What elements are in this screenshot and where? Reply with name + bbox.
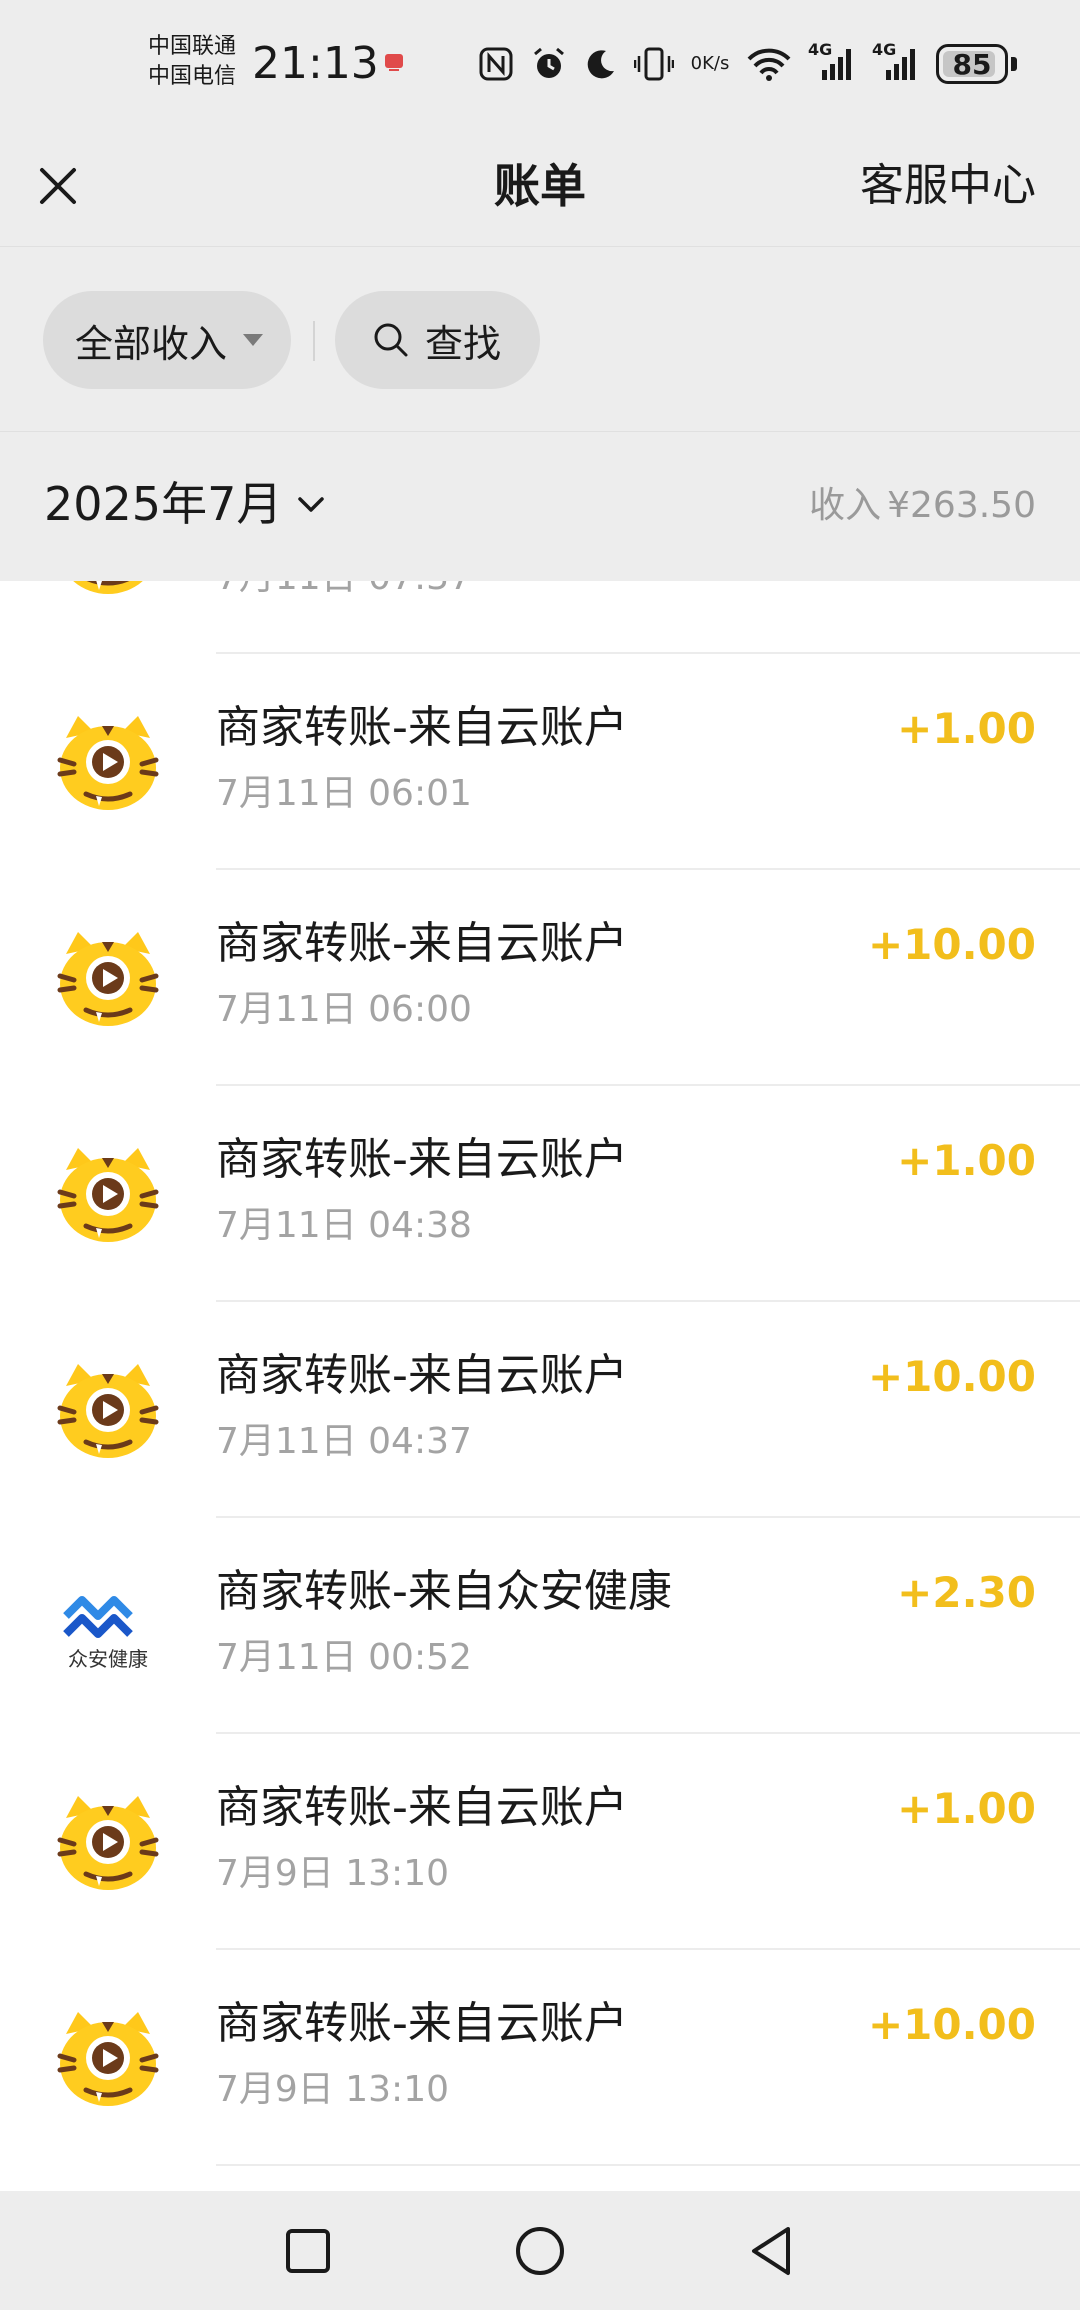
month-header: 2025年7月 收入 ¥263.50 bbox=[0, 432, 1080, 581]
carrier-1: 中国联通 bbox=[148, 34, 237, 59]
circle-icon bbox=[516, 2227, 564, 2275]
signal-2-icon: 4G bbox=[872, 40, 920, 82]
transaction-amount: +1.00 bbox=[897, 1784, 1036, 1833]
row-divider bbox=[216, 2164, 1080, 2166]
network-type-1: 4G bbox=[808, 40, 833, 59]
zhongan-logo: 众安健康 bbox=[52, 1572, 164, 1684]
transaction-time: 7月11日 07:37 bbox=[216, 581, 472, 602]
net-speed-unit: K/s bbox=[702, 53, 730, 74]
transaction-amount: +1.00 bbox=[897, 704, 1036, 753]
battery-level: 85 bbox=[952, 47, 992, 81]
wifi-icon bbox=[746, 46, 792, 82]
transaction-time: 7月9日 13:10 bbox=[216, 2069, 449, 2110]
income-value: ¥263.50 bbox=[887, 485, 1036, 526]
transaction-amount: +2.30 bbox=[897, 1568, 1036, 1617]
net-speed: 0 K/s bbox=[690, 54, 730, 74]
home-button[interactable] bbox=[506, 2217, 574, 2285]
status-time: 21:13 bbox=[252, 38, 379, 89]
customer-service-link[interactable]: 客服中心 bbox=[860, 158, 1036, 214]
transaction-amount: +10.00 bbox=[867, 2000, 1036, 2049]
filter-divider bbox=[313, 321, 315, 361]
nfc-icon bbox=[478, 46, 514, 82]
carrier-names: 中国联通 中国电信 bbox=[148, 32, 236, 92]
list-item[interactable]: 商家转账-来自云账户 7月9日 13:10 +10.00 bbox=[0, 1950, 1080, 2166]
transaction-amount: +10.00 bbox=[867, 1352, 1036, 1401]
system-nav-bar bbox=[0, 2191, 1080, 2310]
transaction-time: 7月11日 04:37 bbox=[216, 1421, 472, 1462]
transaction-title: 商家转账-来自云账户 bbox=[216, 1134, 628, 1185]
recent-apps-button[interactable] bbox=[274, 2217, 342, 2285]
search-label: 查找 bbox=[425, 321, 502, 366]
do-not-disturb-moon-icon bbox=[584, 47, 618, 81]
search-icon bbox=[374, 323, 408, 357]
transaction-amount: +10.00 bbox=[867, 920, 1036, 969]
square-icon bbox=[286, 2229, 330, 2273]
bill-page: 中国联通 中国电信 21:13 0 K/s 4G 4G 85 账单 客服中心 全… bbox=[0, 0, 1080, 2310]
transaction-amount: +1.00 bbox=[897, 1136, 1036, 1185]
transaction-time: 7月11日 06:00 bbox=[216, 989, 472, 1030]
tiger-icon bbox=[52, 1356, 164, 1468]
tiger-icon bbox=[52, 1140, 164, 1252]
list-item[interactable]: 商家转账-来自云账户 7月11日 04:37 +10.00 bbox=[0, 1302, 1080, 1518]
tiger-icon bbox=[52, 708, 164, 820]
carrier-2: 中国电信 bbox=[148, 64, 237, 89]
tiger-icon bbox=[52, 581, 164, 604]
month-label: 2025年7月 bbox=[44, 477, 283, 531]
transaction-time: 7月11日 06:01 bbox=[216, 773, 472, 814]
list-item[interactable]: 众安健康 商家转账-来自众安健康 7月11日 00:52 +2.30 bbox=[0, 1518, 1080, 1734]
battery-icon: 85 bbox=[936, 44, 1008, 84]
transaction-time: 7月11日 04:38 bbox=[216, 1205, 472, 1246]
tiger-icon bbox=[52, 1788, 164, 1900]
filter-bar: 全部收入 查找 bbox=[0, 246, 1080, 432]
back-button[interactable] bbox=[738, 2217, 806, 2285]
top-nav-bar: 账单 客服中心 bbox=[0, 126, 1080, 246]
chevron-down-icon bbox=[298, 497, 325, 512]
month-selector[interactable]: 2025年7月 bbox=[44, 474, 328, 534]
zhongan-logo-text: 众安健康 bbox=[68, 1647, 148, 1671]
tiger-icon bbox=[52, 2004, 164, 2116]
app-notification-icon bbox=[385, 54, 403, 71]
transaction-title: 商家转账-来自云账户 bbox=[216, 1350, 628, 1401]
all-income-filter[interactable]: 全部收入 bbox=[43, 291, 291, 389]
status-icons: 0 K/s 4G 4G 85 bbox=[478, 40, 1033, 88]
signal-1-icon: 4G bbox=[808, 40, 856, 82]
transaction-time: 7月11日 00:52 bbox=[216, 1637, 472, 1678]
dropdown-caret-icon bbox=[243, 334, 264, 346]
list-item[interactable]: 商家转账-来自云账户 7月11日 04:38 +1.00 bbox=[0, 1086, 1080, 1302]
alarm-icon bbox=[530, 45, 568, 83]
list-item[interactable]: 7月11日 07:37 bbox=[0, 581, 1080, 654]
battery-indicator: 85 bbox=[936, 44, 1017, 84]
list-item[interactable]: 商家转账-来自云账户 7月11日 06:01 +1.00 bbox=[0, 654, 1080, 870]
transaction-title: 商家转账-来自云账户 bbox=[216, 1998, 628, 2049]
all-income-label: 全部收入 bbox=[75, 321, 228, 366]
transaction-title: 商家转账-来自众安健康 bbox=[216, 1566, 672, 1617]
net-speed-value: 0 bbox=[690, 53, 703, 74]
back-triangle-icon bbox=[752, 2227, 790, 2275]
tiger-icon bbox=[52, 924, 164, 1036]
status-bar: 中国联通 中国电信 21:13 0 K/s 4G 4G 85 bbox=[0, 0, 1080, 126]
transaction-title: 商家转账-来自云账户 bbox=[216, 702, 628, 753]
list-item[interactable]: 商家转账-来自云账户 7月9日 13:10 +1.00 bbox=[0, 1734, 1080, 1950]
network-type-2: 4G bbox=[872, 40, 897, 59]
transaction-time: 7月9日 13:10 bbox=[216, 1853, 449, 1894]
month-income-summary: 收入 ¥263.50 bbox=[809, 482, 1036, 530]
transaction-list[interactable]: 7月11日 07:37 商家转账-来自云账户 7月11日 06:01 +1.00… bbox=[0, 581, 1080, 2191]
transaction-title: 商家转账-来自云账户 bbox=[216, 1782, 628, 1833]
income-label: 收入 bbox=[809, 485, 882, 526]
search-button[interactable]: 查找 bbox=[335, 291, 540, 389]
transaction-title: 商家转账-来自云账户 bbox=[216, 918, 628, 969]
list-item[interactable]: 商家转账-来自云账户 7月11日 06:00 +10.00 bbox=[0, 870, 1080, 1086]
vibrate-icon bbox=[634, 46, 674, 82]
